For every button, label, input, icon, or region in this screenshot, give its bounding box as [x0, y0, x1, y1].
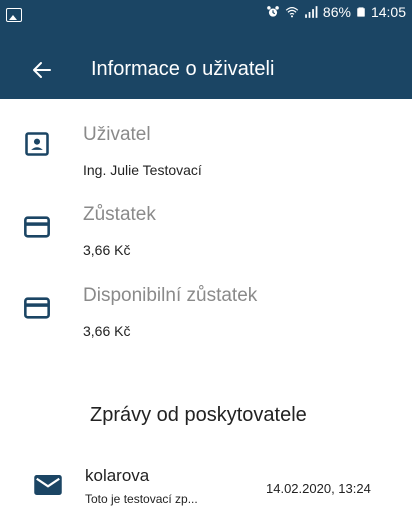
- info-value: 3,66 Kč: [83, 242, 131, 258]
- info-value: 3,66 Kč: [83, 323, 131, 339]
- mail-icon: [34, 475, 62, 495]
- battery-icon: [357, 7, 365, 17]
- signal-icon: [305, 6, 318, 18]
- page-title: Informace o uživateli: [91, 58, 275, 80]
- credit-card-icon: [24, 216, 50, 238]
- image-notification-icon: [6, 8, 22, 22]
- account-box-icon: [25, 132, 49, 156]
- info-label: Disponibilní zůstatek: [83, 285, 258, 306]
- messages-section-title: Zprávy od poskytovatele: [90, 404, 307, 426]
- message-sender: kolarova: [85, 466, 150, 485]
- message-preview: Toto je testovací zp...: [85, 492, 198, 506]
- info-value: Ing. Julie Testovací: [83, 162, 202, 178]
- battery-percentage: 86%: [322, 4, 351, 20]
- alarm-icon: [267, 6, 279, 17]
- info-label: Zůstatek: [83, 204, 156, 225]
- wifi-icon: [285, 7, 299, 18]
- status-right: 86% 14:05: [266, 4, 406, 20]
- credit-card-icon: [24, 297, 50, 319]
- message-date: 14.02.2020, 13:24: [266, 481, 371, 496]
- info-label: Uživatel: [83, 124, 151, 145]
- status-bar: 86% 14:05: [0, 0, 412, 44]
- clock: 14:05: [370, 4, 406, 20]
- arrow-back-icon[interactable]: [30, 58, 54, 82]
- app-bar: Informace o uživateli: [0, 44, 412, 99]
